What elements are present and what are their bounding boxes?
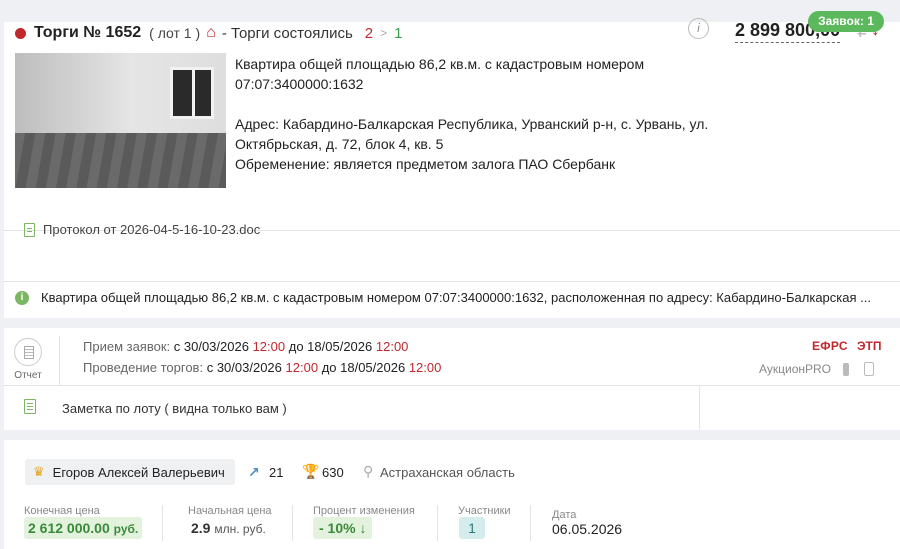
photo-floor xyxy=(15,133,226,188)
crown-icon: ♛ xyxy=(33,464,45,479)
stat-trades: 21 xyxy=(269,465,284,480)
clipboard-icon[interactable] xyxy=(864,362,874,376)
divider xyxy=(437,505,438,541)
home-icon: ⌂ xyxy=(206,24,216,41)
applications-to-time: 12:00 xyxy=(375,339,409,354)
applications-label: Прием заявок: xyxy=(83,339,171,354)
address-line: Адрес: Кабардино-Балкарская Республика, … xyxy=(235,116,709,132)
address-line-2: Октябрьская, д. 72, блок 4, кв. 5 xyxy=(235,136,444,152)
applications-to: до 18/05/2026 xyxy=(288,339,373,354)
report-icon xyxy=(14,338,42,366)
change-value: - 10% xyxy=(319,520,356,536)
start-price: 2.9 млн. руб. xyxy=(191,520,266,536)
report-label: Отчет xyxy=(14,370,42,381)
trading-from-time: 12:00 xyxy=(285,360,319,375)
applications-period: Прием заявок: с 30/03/2026 12:00 до 18/0… xyxy=(83,339,408,354)
trophy-icon: 🏆 xyxy=(302,463,320,479)
pin-icon: ⚲ xyxy=(363,463,374,479)
lot-summary: i Квартира общей площадью 86,2 кв.м. с к… xyxy=(15,290,895,305)
stat-wins: 630 xyxy=(322,465,344,480)
lot-number: ( лот 1 ) xyxy=(149,25,201,41)
trading-to-time: 12:00 xyxy=(408,360,442,375)
result-date: 06.05.2026 xyxy=(552,521,623,537)
applications-from: с 30/03/2026 xyxy=(173,339,249,354)
count-separator: > xyxy=(380,26,388,40)
change-arrow-icon: ↓ xyxy=(359,520,367,536)
divider xyxy=(59,336,60,386)
description-cadastral: 07:07:3400000:1632 xyxy=(235,76,364,92)
encumbrance: Обременение: является предметом залога П… xyxy=(235,156,616,172)
participants-label: Участники xyxy=(458,505,511,517)
change-percent: - 10% ↓ xyxy=(313,517,373,539)
start-price-label: Начальная цена xyxy=(188,505,272,517)
divider xyxy=(4,281,900,282)
lot-description: Квартира общей площадью 86,2 кв.м. с кад… xyxy=(235,54,735,174)
trading-from: с 30/03/2026 xyxy=(206,360,282,375)
winner-chip[interactable]: ♛ Егоров Алексей Валерьевич xyxy=(25,459,235,485)
platform-name[interactable]: АукционPRO xyxy=(759,362,831,376)
lot-title[interactable]: Торги № 1652 xyxy=(34,24,141,42)
report-button[interactable]: Отчет xyxy=(12,338,44,381)
efrs-link[interactable]: ЕФРС xyxy=(812,339,848,353)
doc-icon xyxy=(24,222,35,237)
photo-window xyxy=(170,67,214,119)
final-price: 2 612 000.00 руб. xyxy=(24,517,143,539)
final-price-unit: руб. xyxy=(113,522,139,536)
region: Астраханская область xyxy=(380,465,515,480)
applications-from-time: 12:00 xyxy=(252,339,286,354)
divider xyxy=(530,505,531,541)
divider xyxy=(292,505,293,541)
count-red: 2 xyxy=(364,24,374,42)
protocol-link[interactable]: Протокол от 2026-04-5-16-10-23.doc xyxy=(24,222,260,237)
info-icon[interactable]: i xyxy=(688,18,709,39)
bottle-icon xyxy=(843,363,849,376)
participants-count[interactable]: 1 xyxy=(459,517,485,539)
protocol-label[interactable]: Протокол от 2026-04-5-16-10-23.doc xyxy=(43,222,260,237)
lot-header: Торги № 1652 ( лот 1 ) ⌂ - Торги состоял… xyxy=(15,22,403,44)
lot-status: - Торги состоялись xyxy=(221,24,353,42)
applications-badge[interactable]: Заявок: 1 xyxy=(808,11,884,32)
summary-text: Квартира общей площадью 86,2 кв.м. с кад… xyxy=(41,290,871,305)
note-icon xyxy=(24,399,36,414)
info-badge-icon: i xyxy=(15,290,29,305)
lot-note-field[interactable]: Заметка по лоту ( видна только вам ) xyxy=(62,401,287,416)
etp-link[interactable]: ЭТП xyxy=(857,339,882,353)
start-price-value: 2.9 xyxy=(191,520,211,536)
trading-to: до 18/05/2026 xyxy=(321,360,406,375)
divider xyxy=(162,505,163,541)
chart-icon: ↗ xyxy=(248,464,260,480)
description-line: Квартира общей площадью 86,2 кв.м. с кад… xyxy=(235,56,645,72)
divider xyxy=(4,385,900,386)
lot-photo[interactable] xyxy=(15,53,226,188)
date-label: Дата xyxy=(552,509,577,521)
status-dot-icon xyxy=(15,27,26,39)
trading-period: Проведение торгов: с 30/03/2026 12:00 до… xyxy=(83,360,441,375)
change-label: Процент изменения xyxy=(313,505,415,517)
final-price-value: 2 612 000.00 xyxy=(28,520,110,536)
final-price-label: Конечная цена xyxy=(24,505,100,517)
winner-name[interactable]: Егоров Алексей Валерьевич xyxy=(53,465,225,480)
trading-label: Проведение торгов: xyxy=(83,360,204,375)
count-green: 1 xyxy=(394,24,403,42)
start-price-unit: млн. руб. xyxy=(214,522,266,536)
divider xyxy=(699,386,700,430)
